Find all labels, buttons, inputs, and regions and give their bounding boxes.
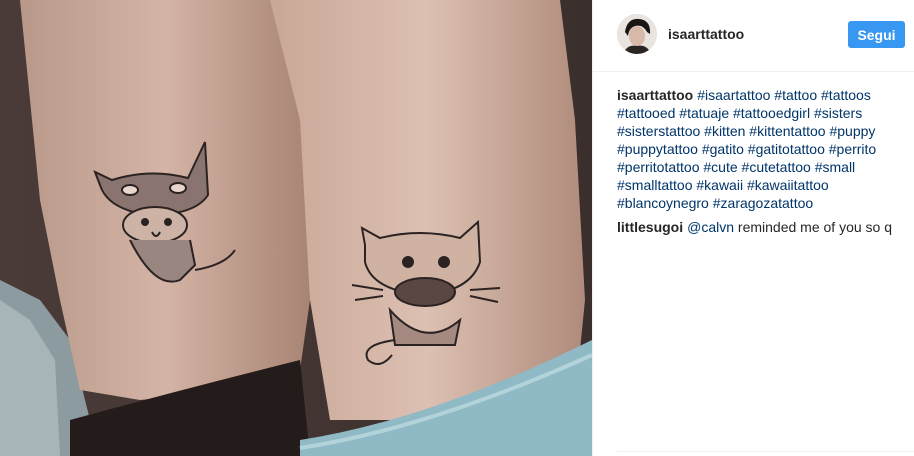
hashtag-link[interactable]: #perrito [829,141,876,157]
comments-list: isaarttattoo #isaartattoo #tattoo #tattoo… [617,86,907,242]
hashtag-link[interactable]: #tattoos [821,87,871,103]
hashtag-link[interactable]: #cutetattoo [742,159,811,175]
hashtag-link[interactable]: #gatitotattoo [748,141,825,157]
hashtag-link[interactable]: #tattooedgirl [733,105,810,121]
avatar-image [617,14,657,54]
hashtag-link[interactable]: #isaartattoo [697,87,770,103]
follow-button[interactable]: Segui [848,21,905,48]
hashtag-link[interactable]: #zaragozatattoo [713,195,813,211]
post-photo[interactable] [0,0,592,456]
avatar[interactable] [617,14,657,54]
hashtag-link[interactable]: #puppytattoo [617,141,698,157]
hashtag-link[interactable]: #kitten [704,123,745,139]
hashtag-link[interactable]: #cute [703,159,737,175]
hashtag-link[interactable]: #sisters [814,105,862,121]
tattoo-photo-image [0,0,592,456]
hashtag-link[interactable]: #tattoo [774,87,817,103]
post-header: isaarttattoo Segui [593,0,914,72]
hashtag-link[interactable]: #sisterstattoo [617,123,700,139]
hashtag-link[interactable]: #smalltattoo [617,177,692,193]
hashtag-link[interactable]: #kittentattoo [749,123,825,139]
post-side-panel: isaarttattoo Segui isaarttattoo #isaartat… [592,0,914,456]
comment-caption: isaarttattoo #isaartattoo #tattoo #tattoo… [617,86,907,212]
hashtag-link[interactable]: #tattooed [617,105,675,121]
hashtag-link[interactable]: #small [815,159,855,175]
hashtag-link[interactable]: #tatuaje [679,105,729,121]
caption-hashtags: #isaartattoo #tattoo #tattoos #tattooed … [617,87,876,211]
comment-username[interactable]: littlesugoi [617,219,683,235]
hashtag-link[interactable]: #blancoynegro [617,195,709,211]
comment-item: littlesugoi @calvn reminded me of you so … [617,218,907,236]
comment-text: reminded me of you so q [737,219,893,235]
comment-mention[interactable]: @calvn [687,219,734,235]
divider [617,451,914,452]
hashtag-link[interactable]: #kawaii [696,177,743,193]
hashtag-link[interactable]: #puppy [829,123,875,139]
hashtag-link[interactable]: #kawaiitattoo [747,177,829,193]
post-author-username[interactable]: isaarttattoo [668,26,744,42]
hashtag-link[interactable]: #perritotattoo [617,159,700,175]
comment-username[interactable]: isaarttattoo [617,87,693,103]
hashtag-link[interactable]: #gatito [702,141,744,157]
